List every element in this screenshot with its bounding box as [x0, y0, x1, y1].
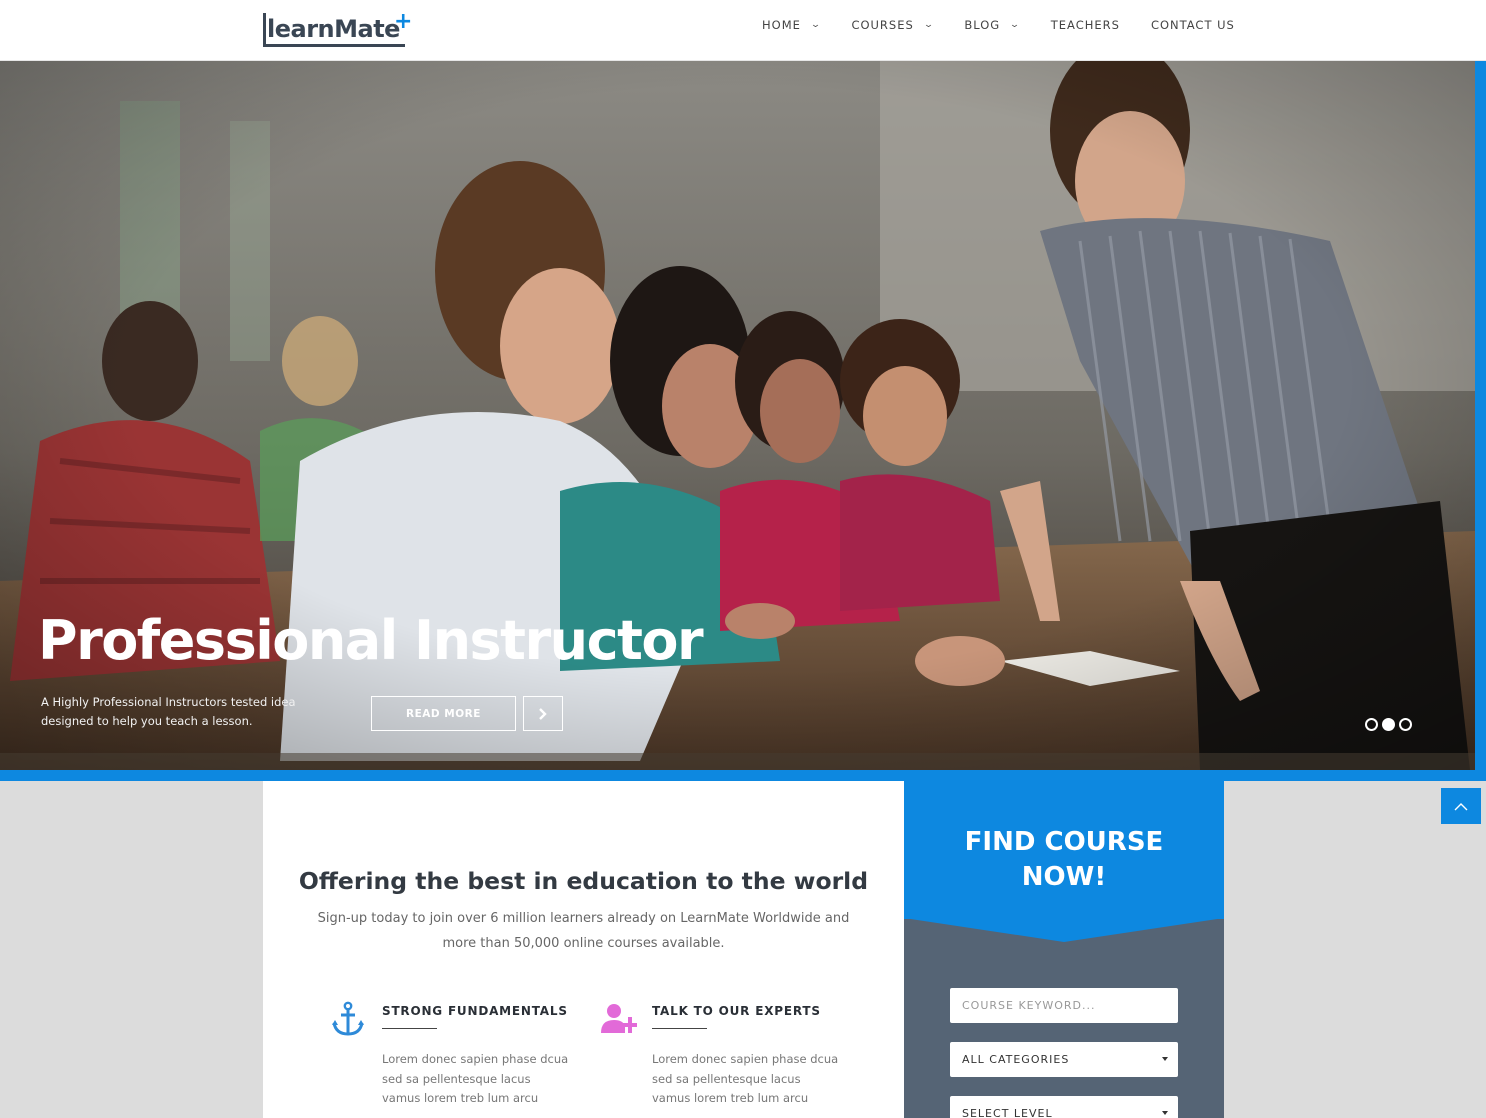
logo-plus-icon: +	[394, 9, 413, 34]
chevron-right-icon	[539, 707, 547, 720]
nav-item-label: TEACHERS	[1050, 18, 1120, 32]
feature-text: Lorem donec sapien phase dcua sed sa pel…	[652, 1052, 839, 1105]
nav-item-home[interactable]: HOME ⌄	[762, 18, 823, 32]
feature-divider	[652, 1028, 707, 1029]
anchor-icon	[332, 1001, 364, 1036]
nav-item-label: HOME	[762, 18, 801, 32]
feature-divider	[382, 1028, 437, 1029]
find-course-notch	[904, 918, 1224, 942]
slider-dot-1[interactable]	[1365, 718, 1378, 731]
accent-bar-right	[1475, 61, 1486, 781]
site-logo[interactable]: learnMate +	[263, 9, 413, 49]
find-course-panel: FIND COURSE NOW! ALL CATEGORIES SELECT L…	[904, 781, 1224, 1118]
logo-underline	[263, 44, 405, 47]
feature-title: STRONG FUNDAMENTALS	[382, 1004, 568, 1018]
caret-down-icon	[1162, 1057, 1168, 1061]
main-nav: HOME ⌄ COURSES ⌄ BLOG ⌄ TEACHERS CONTACT…	[762, 18, 1266, 32]
accent-bar-bottom	[0, 770, 1486, 781]
caret-down-icon	[1162, 1111, 1168, 1115]
level-select[interactable]: SELECT LEVEL	[950, 1096, 1178, 1118]
level-select-value: SELECT LEVEL	[962, 1107, 1053, 1118]
chevron-down-icon: ⌄	[1009, 20, 1022, 30]
nav-item-label: BLOG	[964, 18, 1001, 32]
find-course-title: FIND COURSE NOW!	[964, 827, 1164, 892]
hero-slider: Professional Instructor A Highly Profess…	[0, 61, 1475, 770]
slider-dot-2[interactable]	[1382, 718, 1395, 731]
feature-title: TALK TO OUR EXPERTS	[652, 1004, 821, 1018]
find-course-header: FIND COURSE NOW!	[904, 781, 1224, 919]
course-keyword-input[interactable]	[950, 988, 1178, 1023]
nav-item-teachers[interactable]: TEACHERS	[1051, 18, 1120, 32]
feature-text: Lorem donec sapien phase dcua sed sa pel…	[382, 1052, 569, 1105]
nav-item-courses[interactable]: COURSES ⌄	[851, 18, 933, 32]
hero-description: A Highly Professional Instructors tested…	[41, 695, 296, 728]
slider-dots	[1365, 718, 1416, 731]
intro-section: Offering the best in education to the wo…	[263, 781, 904, 1118]
hero-caption-band	[0, 753, 1475, 770]
next-slide-button[interactable]	[523, 696, 563, 731]
logo-text: learnMate	[267, 15, 400, 43]
nav-item-blog[interactable]: BLOG ⌄	[964, 18, 1022, 32]
intro-subtitle: Sign-up today to join over 6 million lea…	[317, 911, 850, 951]
chevron-down-icon: ⌄	[810, 20, 823, 30]
category-select[interactable]: ALL CATEGORIES	[950, 1042, 1178, 1077]
nav-item-contact[interactable]: CONTACT US	[1151, 18, 1235, 32]
hero-title: Professional Instructor	[38, 609, 704, 672]
nav-item-label: COURSES	[851, 18, 914, 32]
category-select-value: ALL CATEGORIES	[962, 1053, 1070, 1066]
logo-bar	[263, 13, 266, 47]
nav-item-label: CONTACT US	[1150, 18, 1235, 32]
site-header: learnMate + HOME ⌄ COURSES ⌄ BLOG ⌄ TEAC…	[0, 0, 1486, 61]
intro-title: Offering the best in education to the wo…	[298, 867, 869, 895]
chevron-down-icon: ⌄	[923, 20, 936, 30]
add-user-icon	[601, 1004, 637, 1033]
slider-dot-3[interactable]	[1399, 718, 1412, 731]
chevron-up-icon	[1454, 802, 1468, 810]
back-to-top-button[interactable]	[1441, 788, 1481, 824]
read-more-button[interactable]: READ MORE	[371, 696, 516, 731]
